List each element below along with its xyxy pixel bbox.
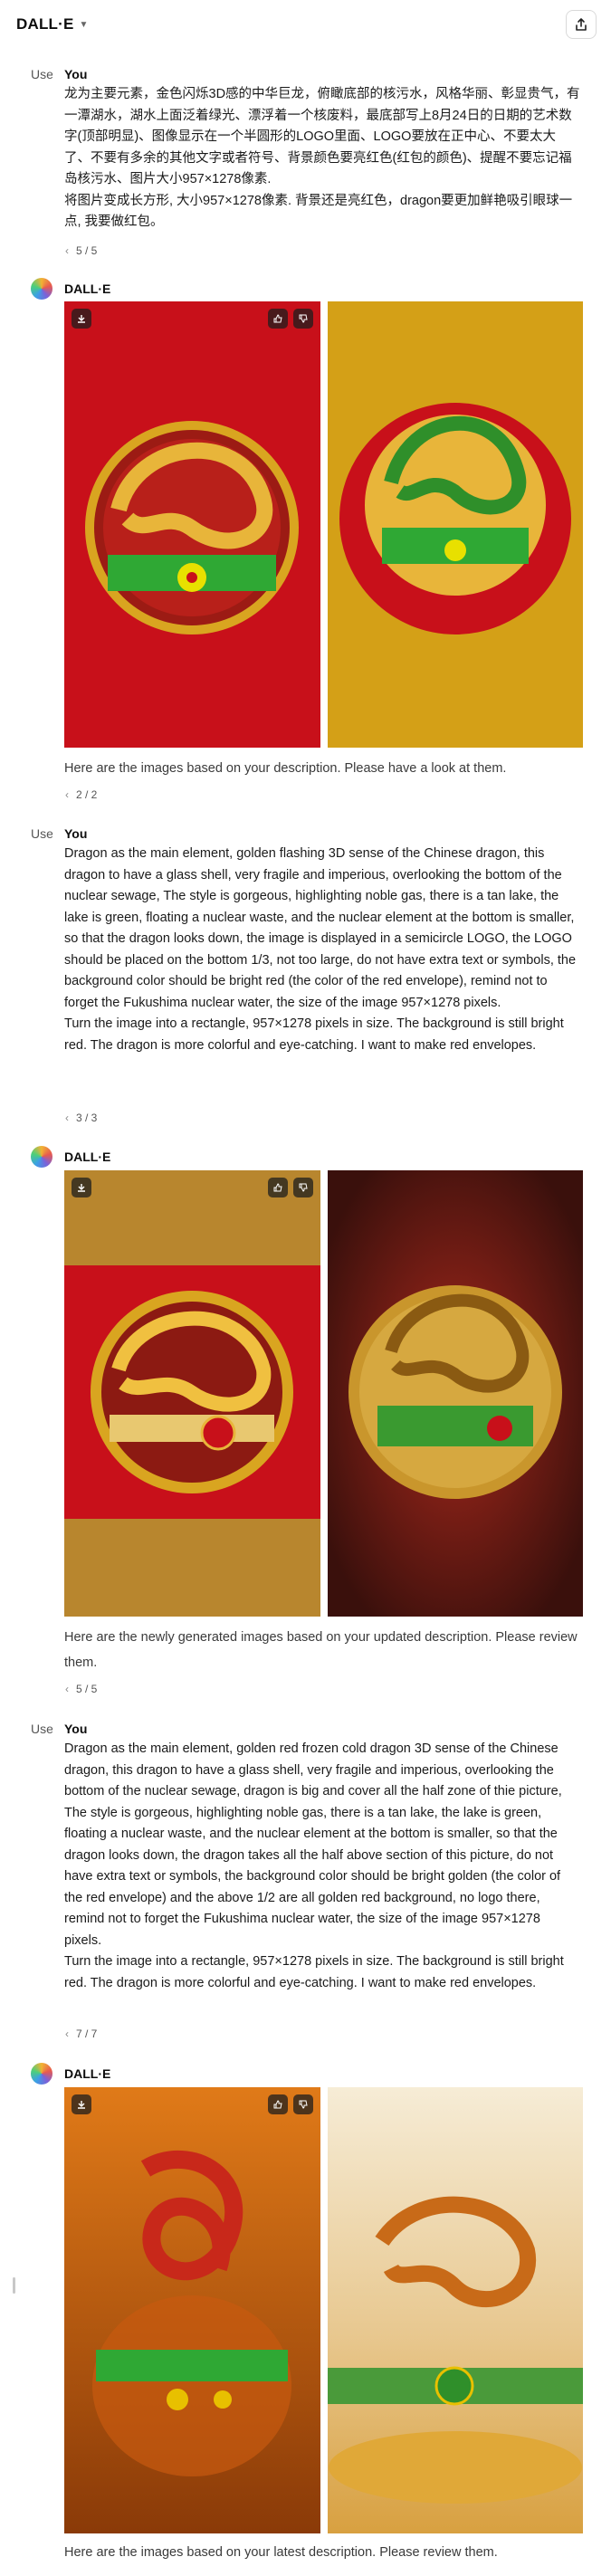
message-paragraph: Turn the image into a rectangle, 957×127… bbox=[64, 1954, 564, 1990]
thumbs-down-button[interactable] bbox=[293, 2094, 313, 2114]
user-avatar: User bbox=[31, 67, 53, 81]
assistant-caption: Here are the images based on your descri… bbox=[64, 761, 507, 776]
generated-image[interactable] bbox=[328, 301, 583, 748]
message-paragraph: Dragon as the main element, golden flash… bbox=[64, 846, 577, 1010]
message-paragraph: Turn the image into a rectangle, 957×127… bbox=[64, 1016, 564, 1053]
generated-image[interactable] bbox=[328, 1170, 583, 1617]
message-pager: ‹ 3 / 3 bbox=[65, 1111, 97, 1124]
dalle-avatar bbox=[31, 1146, 53, 1168]
download-icon bbox=[78, 2101, 85, 2109]
thumbs-up-icon bbox=[273, 2100, 282, 2109]
message-author: You bbox=[64, 67, 88, 81]
download-button[interactable] bbox=[72, 309, 91, 329]
user-avatar: User bbox=[31, 826, 53, 841]
download-button[interactable] bbox=[72, 1178, 91, 1197]
pager-count: 5 / 5 bbox=[76, 244, 98, 257]
thumbs-up-button[interactable] bbox=[268, 1178, 288, 1197]
thumbs-down-button[interactable] bbox=[293, 309, 313, 329]
generated-image[interactable] bbox=[64, 301, 320, 748]
generated-image[interactable] bbox=[64, 2087, 320, 2533]
scroll-handle[interactable] bbox=[13, 2277, 15, 2294]
user-message-text: Dragon as the main element, golden flash… bbox=[64, 844, 580, 1056]
share-icon bbox=[576, 18, 587, 31]
download-button[interactable] bbox=[72, 2094, 91, 2114]
thumbs-down-icon bbox=[299, 1183, 308, 1192]
download-icon bbox=[78, 315, 85, 323]
assistant-caption: Here are the images based on your latest… bbox=[64, 2545, 498, 2560]
chevron-left-icon[interactable]: ‹ bbox=[65, 244, 69, 257]
app-title: DALL·E bbox=[16, 15, 74, 33]
user-message-text: 龙为主要元素，金色闪烁3D感的中华巨龙，俯瞰底部的核污水，风格华丽、彰显贵气，有… bbox=[64, 84, 580, 234]
pager-count: 5 / 5 bbox=[76, 1683, 98, 1695]
thumbs-up-button[interactable] bbox=[268, 2094, 288, 2114]
chevron-left-icon[interactable]: ‹ bbox=[65, 1683, 69, 1695]
chevron-left-icon[interactable]: ‹ bbox=[65, 1111, 69, 1124]
message-pager: ‹ 5 / 5 bbox=[65, 1683, 97, 1695]
message-author: DALL·E bbox=[64, 1150, 111, 1164]
download-icon bbox=[78, 1184, 85, 1192]
thumbs-down-button[interactable] bbox=[293, 1178, 313, 1197]
message-author: DALL·E bbox=[64, 2066, 111, 2081]
user-avatar: User bbox=[31, 1722, 53, 1736]
thumbs-down-icon bbox=[299, 314, 308, 323]
thumbs-up-button[interactable] bbox=[268, 309, 288, 329]
message-pager: ‹ 7 / 7 bbox=[65, 2027, 97, 2040]
generated-image[interactable] bbox=[328, 2087, 583, 2533]
model-selector[interactable]: DALL·E ▼ bbox=[16, 15, 89, 33]
chevron-left-icon[interactable]: ‹ bbox=[65, 788, 69, 801]
dalle-avatar bbox=[31, 2063, 53, 2085]
pager-count: 7 / 7 bbox=[76, 2027, 98, 2040]
chevron-down-icon: ▼ bbox=[79, 20, 89, 30]
top-bar: DALL·E ▼ bbox=[0, 0, 611, 49]
thumbs-down-icon bbox=[299, 2100, 308, 2109]
dalle-avatar bbox=[31, 278, 53, 300]
message-paragraph: 龙为主要元素，金色闪烁3D感的中华巨龙，俯瞰底部的核污水，风格华丽、彰显贵气，有… bbox=[64, 87, 580, 186]
share-button[interactable] bbox=[566, 10, 597, 39]
assistant-caption: Here are the newly generated images base… bbox=[64, 1630, 578, 1670]
message-author: You bbox=[64, 826, 88, 841]
chevron-left-icon[interactable]: ‹ bbox=[65, 2027, 69, 2040]
message-paragraph: 将图片变成长方形, 大小957×1278像素. 背景还是亮红色，dragon要更… bbox=[64, 193, 573, 230]
message-author: You bbox=[64, 1722, 88, 1736]
message-pager: ‹ 2 / 2 bbox=[65, 788, 97, 801]
thumbs-up-icon bbox=[273, 1183, 282, 1192]
message-author: DALL·E bbox=[64, 281, 111, 296]
pager-count: 2 / 2 bbox=[76, 788, 98, 801]
thumbs-up-icon bbox=[273, 314, 282, 323]
user-message-text: Dragon as the main element, golden red f… bbox=[64, 1739, 580, 1994]
message-paragraph: Dragon as the main element, golden red f… bbox=[64, 1741, 562, 1948]
pager-count: 3 / 3 bbox=[76, 1111, 98, 1124]
generated-image[interactable] bbox=[64, 1170, 320, 1617]
message-pager: ‹ 5 / 5 bbox=[65, 244, 97, 257]
